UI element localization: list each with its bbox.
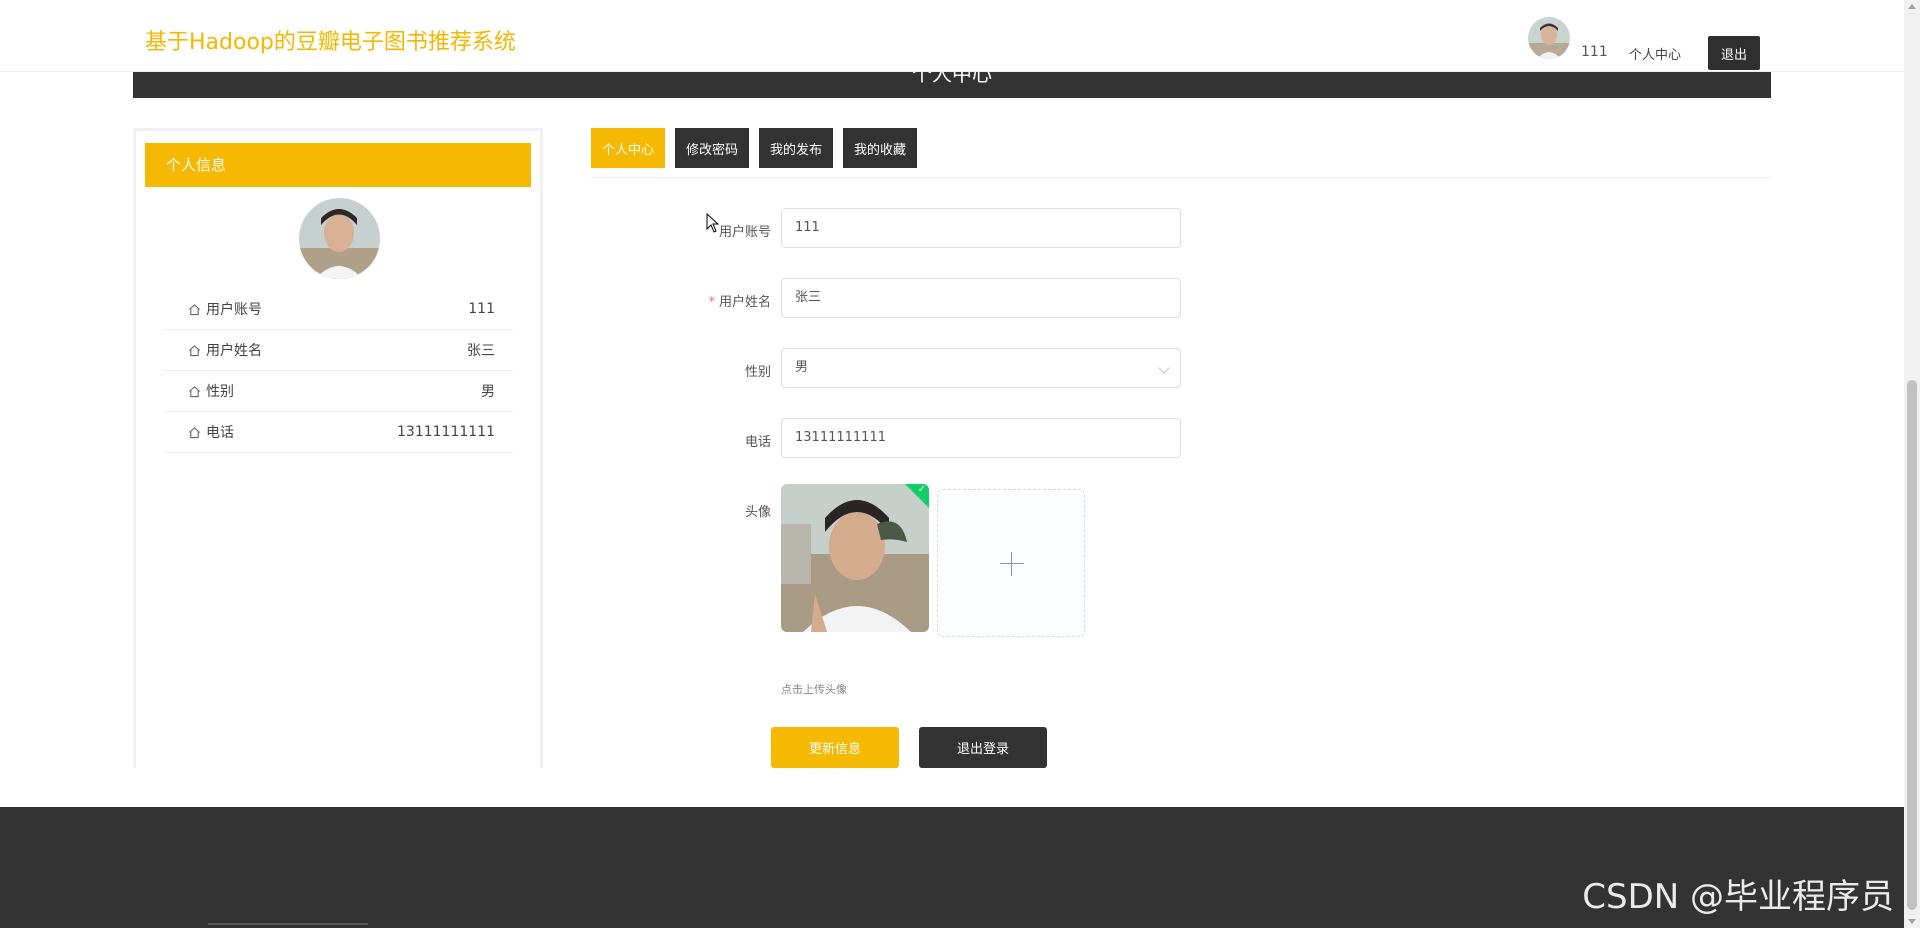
logout-button[interactable]: 退出 <box>1708 36 1760 70</box>
page-banner: 个人中心 <box>133 72 1771 98</box>
tabs-divider <box>591 177 1771 178</box>
phone-field[interactable]: 13111111111 <box>781 418 1181 458</box>
watermark: CSDN @毕业程序员 <box>1582 877 1894 917</box>
account-field[interactable]: 111 <box>781 208 1181 248</box>
list-item: 性别 男 <box>163 371 513 412</box>
scrollbar[interactable] <box>1904 0 1920 928</box>
cursor-icon <box>706 213 720 233</box>
scroll-down-arrow-icon[interactable] <box>1908 919 1916 924</box>
info-value: 111 <box>468 301 495 317</box>
plus-icon-vertical <box>1011 552 1012 576</box>
upload-tip: 点击上传头像 <box>781 683 847 696</box>
tab-my-favorites[interactable]: 我的收藏 <box>843 128 918 168</box>
tab-user-center[interactable]: 个人中心 <box>591 128 666 168</box>
info-value: 13111111111 <box>397 424 495 440</box>
profile-card: 个人信息 用户账号 111 用户姓名 张三 性别 男 电话 1311111111… <box>133 128 543 768</box>
phone-label-text: 电话 <box>744 435 771 450</box>
logout-account-button[interactable]: 退出登录 <box>919 727 1047 768</box>
chevron-down-icon <box>1158 362 1170 374</box>
plus-icon <box>1000 563 1024 564</box>
tab-change-password[interactable]: 修改密码 <box>675 128 750 168</box>
avatar-label-text: 头像 <box>744 505 771 520</box>
avatar-label: 头像 <box>631 501 771 520</box>
info-label-wrapper: 用户账号 <box>188 299 262 319</box>
info-label: 用户账号 <box>206 302 262 318</box>
info-label: 用户姓名 <box>206 343 262 359</box>
info-label: 电话 <box>206 425 234 441</box>
profile-avatar <box>299 198 380 279</box>
info-label-wrapper: 性别 <box>188 381 234 401</box>
home-icon <box>189 344 200 356</box>
top-header: 基于Hadoop的豆瓣电子图书推荐系统 111 个人中心 退出 <box>0 0 1904 72</box>
info-label-wrapper: 用户姓名 <box>188 340 262 360</box>
user-center-link[interactable]: 个人中心 <box>1629 44 1681 63</box>
avatar-upload-box[interactable] <box>937 489 1085 637</box>
gender-select-value: 男 <box>795 360 809 375</box>
header-user-name: 111 <box>1581 44 1608 60</box>
info-value: 张三 <box>467 343 495 359</box>
profile-tabs: 个人中心 修改密码 我的发布 我的收藏 <box>591 128 918 168</box>
name-field[interactable]: 张三 <box>781 278 1181 318</box>
phone-label: 电话 <box>631 431 771 450</box>
home-icon <box>189 426 200 438</box>
gender-label: 性别 <box>631 361 771 380</box>
banner-title: 个人中心 <box>912 72 992 86</box>
account-label-text: 用户账号 <box>718 225 771 240</box>
home-icon <box>189 303 200 315</box>
tab-my-posts[interactable]: 我的发布 <box>759 128 834 168</box>
required-mark: * <box>708 295 715 310</box>
gender-label-text: 性别 <box>744 365 771 380</box>
name-label-text: 用户姓名 <box>718 295 771 310</box>
update-info-button[interactable]: 更新信息 <box>771 727 899 768</box>
list-item: 电话 13111111111 <box>163 412 513 453</box>
list-item: 用户姓名 张三 <box>163 330 513 371</box>
name-label: * 用户姓名 <box>631 291 771 310</box>
scroll-thumb[interactable] <box>1907 380 1917 910</box>
scroll-up-arrow-icon[interactable] <box>1908 4 1916 9</box>
avatar-photo <box>299 198 380 279</box>
profile-info-list: 用户账号 111 用户姓名 张三 性别 男 电话 13111111111 <box>163 289 513 453</box>
site-title[interactable]: 基于Hadoop的豆瓣电子图书推荐系统 <box>145 24 516 56</box>
uploaded-avatar[interactable]: ✓ <box>781 484 929 632</box>
list-item: 用户账号 111 <box>163 289 513 330</box>
home-icon <box>189 385 200 397</box>
gender-select[interactable]: 男 <box>781 348 1181 388</box>
check-icon: ✓ <box>917 484 926 495</box>
profile-card-title: 个人信息 <box>145 143 531 187</box>
account-label: 用户账号 <box>631 221 771 240</box>
info-label-wrapper: 电话 <box>188 422 234 442</box>
page-footer: CSDN @毕业程序员 <box>0 807 1904 928</box>
info-value: 男 <box>481 384 495 400</box>
header-avatar[interactable] <box>1528 17 1570 59</box>
footer-divider <box>208 923 368 925</box>
info-label: 性别 <box>206 384 234 400</box>
avatar-photo <box>1528 17 1570 59</box>
